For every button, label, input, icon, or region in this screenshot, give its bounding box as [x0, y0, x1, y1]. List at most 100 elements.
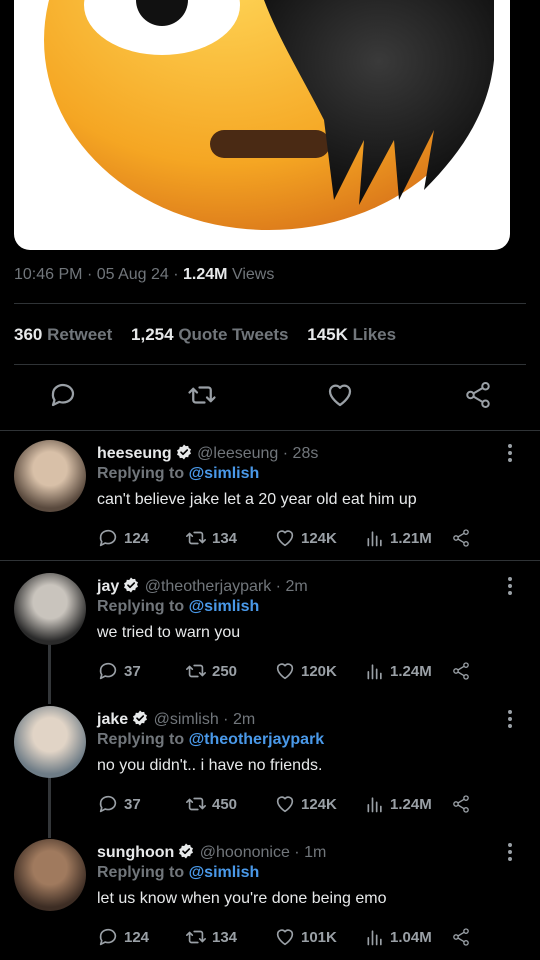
retweet-icon[interactable]: [185, 660, 207, 682]
reply-time[interactable]: 2m: [285, 578, 307, 595]
quotes-count[interactable]: 1,254: [131, 325, 174, 344]
share-button[interactable]: [451, 925, 471, 949]
like-button[interactable]: 120K: [274, 659, 337, 683]
retweet-button[interactable]: 250: [185, 659, 237, 683]
avatar[interactable]: [14, 440, 86, 512]
avatar[interactable]: [14, 706, 86, 778]
more-options-icon[interactable]: [506, 709, 514, 734]
heart-icon[interactable]: [274, 660, 296, 682]
share-button[interactable]: [451, 792, 471, 816]
replying-to-link[interactable]: @simlish: [189, 864, 260, 881]
views-button[interactable]: 1.24M: [365, 792, 432, 816]
views-count: 1.21M: [390, 529, 432, 547]
reply-icon[interactable]: [48, 380, 78, 410]
reply-icon[interactable]: [97, 793, 119, 815]
replying-to-prefix: Replying to: [97, 465, 185, 482]
verified-badge-icon: [176, 444, 191, 460]
reply-count: 37: [124, 662, 141, 680]
display-name[interactable]: heeseung: [97, 445, 172, 462]
retweets-label[interactable]: Retweet: [47, 325, 112, 344]
reply-count: 37: [124, 795, 141, 813]
heart-icon[interactable]: [274, 793, 296, 815]
views-icon[interactable]: [365, 528, 385, 548]
heart-icon[interactable]: [325, 380, 355, 410]
heart-icon[interactable]: [274, 527, 296, 549]
reply-button[interactable]: 37: [97, 792, 141, 816]
views-count: 1.24M: [390, 662, 432, 680]
retweets-count[interactable]: 360: [14, 325, 42, 344]
verified-badge-icon: [124, 577, 139, 593]
retweet-icon[interactable]: [185, 926, 207, 948]
views-icon[interactable]: [365, 794, 385, 814]
share-icon[interactable]: [451, 927, 471, 947]
replying-to: Replying to @simlish: [97, 598, 259, 616]
reply-icon[interactable]: [97, 527, 119, 549]
divider: [0, 430, 540, 431]
reply-header: jay @theotherjaypark · 2m: [97, 577, 308, 595]
retweet-button[interactable]: 450: [185, 792, 237, 816]
thread-connector: [48, 776, 51, 838]
user-handle[interactable]: @theotherjaypark: [145, 578, 272, 595]
views-button[interactable]: 1.04M: [365, 925, 432, 949]
share-icon[interactable]: [463, 380, 493, 410]
reply-text: can't believe jake let a 20 year old eat…: [97, 491, 417, 508]
like-count: 124K: [301, 795, 337, 813]
like-button[interactable]: 101K: [274, 925, 337, 949]
reply-icon[interactable]: [97, 660, 119, 682]
tweet-time[interactable]: 10:46 PM: [14, 266, 82, 283]
likes-count[interactable]: 145K: [307, 325, 348, 344]
retweet-count: 450: [212, 795, 238, 813]
replying-to-link[interactable]: @theotherjaypark: [189, 731, 325, 748]
display-name[interactable]: sunghoon: [97, 844, 174, 861]
reply-text: let us know when you're done being emo: [97, 890, 387, 907]
replying-to: Replying to @simlish: [97, 864, 259, 882]
user-handle[interactable]: @leeseung: [197, 445, 278, 462]
views-icon[interactable]: [365, 661, 385, 681]
share-icon[interactable]: [451, 794, 471, 814]
retweet-button[interactable]: 134: [185, 925, 237, 949]
heart-icon[interactable]: [274, 926, 296, 948]
like-count: 120K: [301, 662, 337, 680]
views-icon[interactable]: [365, 927, 385, 947]
reply-time[interactable]: 2m: [233, 711, 255, 728]
more-options-icon[interactable]: [506, 842, 514, 867]
quotes-label[interactable]: Quote Tweets: [178, 325, 288, 344]
like-count: 101K: [301, 928, 337, 946]
user-handle[interactable]: @simlish: [154, 711, 219, 728]
tweet-date[interactable]: 05 Aug 24: [97, 266, 169, 283]
reply-icon[interactable]: [97, 926, 119, 948]
replying-to: Replying to @theotherjaypark: [97, 731, 324, 749]
reply-button[interactable]: 37: [97, 659, 141, 683]
retweet-button[interactable]: 134: [185, 526, 237, 550]
retweet-icon[interactable]: [187, 380, 217, 410]
more-options-icon[interactable]: [506, 443, 514, 468]
reply-button[interactable]: 124: [97, 925, 149, 949]
retweet-icon[interactable]: [185, 527, 207, 549]
reply-count: 124: [124, 928, 150, 946]
replying-to-link[interactable]: @simlish: [189, 598, 260, 615]
avatar[interactable]: [14, 573, 86, 645]
likes-label[interactable]: Likes: [353, 325, 396, 344]
like-button[interactable]: 124K: [274, 526, 337, 550]
display-name[interactable]: jake: [97, 711, 128, 728]
replying-to-link[interactable]: @simlish: [189, 465, 260, 482]
verified-badge-icon: [179, 843, 194, 859]
like-button[interactable]: 124K: [274, 792, 337, 816]
more-options-icon[interactable]: [506, 576, 514, 601]
views-button[interactable]: 1.21M: [365, 526, 432, 550]
reply-time[interactable]: 28s: [293, 445, 319, 462]
share-icon[interactable]: [451, 528, 471, 548]
display-name[interactable]: jay: [97, 578, 119, 595]
reply-text: no you didn't.. i have no friends.: [97, 757, 323, 774]
tweet-media-image[interactable]: [14, 0, 510, 250]
reply-button[interactable]: 124: [97, 526, 149, 550]
share-button[interactable]: [451, 526, 471, 550]
replying-to-prefix: Replying to: [97, 864, 185, 881]
reply-time[interactable]: 1m: [304, 844, 326, 861]
views-button[interactable]: 1.24M: [365, 659, 432, 683]
retweet-icon[interactable]: [185, 793, 207, 815]
share-button[interactable]: [451, 659, 471, 683]
share-icon[interactable]: [451, 661, 471, 681]
user-handle[interactable]: @hoononice: [200, 844, 290, 861]
avatar[interactable]: [14, 839, 86, 911]
